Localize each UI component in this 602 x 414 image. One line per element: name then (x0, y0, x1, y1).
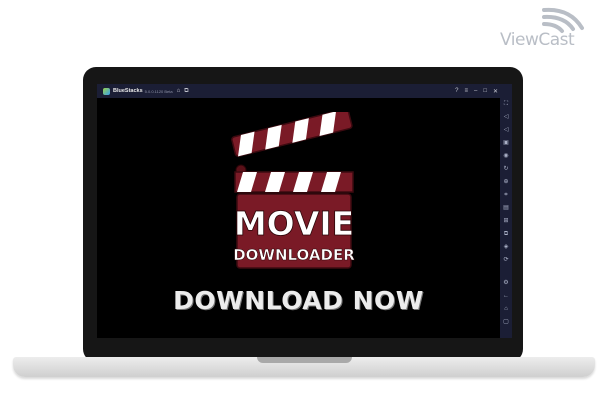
home-icon[interactable]: ⌂ (177, 84, 181, 98)
controls-icon[interactable]: ⊕ (503, 176, 508, 189)
sync-icon[interactable]: ⟳ (503, 254, 508, 267)
logo-subtitle-text: DOWNLOADER (233, 246, 355, 264)
bluestacks-logo-icon (103, 87, 110, 95)
logo-title-text: MOVIE (234, 204, 354, 243)
close-icon[interactable]: ✕ (493, 88, 498, 95)
macro-icon[interactable]: ⧉ (504, 228, 508, 241)
game-screen[interactable]: MOVIE DOWNLOADER DOWNLOAD NOW (97, 98, 500, 338)
minimize-icon[interactable]: – (474, 88, 477, 94)
camera-icon[interactable]: ◉ (503, 150, 508, 163)
watermark-text: ViewCast (500, 30, 575, 50)
window-controls: ? ≡ – □ ✕ (455, 84, 498, 98)
screen-record-icon[interactable]: ▣ (503, 137, 509, 150)
recent-apps-icon[interactable]: ▢ (503, 316, 509, 329)
app-version: 5.0.0.1120 Beta (144, 88, 173, 94)
help-icon[interactable]: ? (455, 88, 458, 94)
rotate-icon[interactable]: ↻ (503, 163, 508, 176)
movie-clapperboard-logo: MOVIE DOWNLOADER (231, 112, 355, 269)
volume-down-icon[interactable]: ◁ (504, 124, 509, 137)
home-icon[interactable]: ⌂ (504, 303, 508, 316)
laptop-screen: BlueStacks 5.0.0.1120 Beta ⌂ ⧉ ? ≡ – □ ✕ (97, 84, 512, 338)
eco-mode-icon[interactable]: ◈ (504, 241, 509, 254)
laptop-notch (257, 357, 352, 363)
viewcast-watermark: ViewCast (500, 6, 595, 50)
maximize-icon[interactable]: □ (483, 88, 487, 94)
screenshot-icon[interactable]: ⌗ (504, 189, 507, 202)
volume-up-icon[interactable]: ◁ (504, 111, 509, 124)
download-now-text[interactable]: DOWNLOAD NOW (97, 286, 500, 315)
back-icon[interactable]: ← (503, 290, 509, 303)
media-folder-icon[interactable]: ▤ (503, 202, 509, 215)
settings-icon[interactable]: ⚙ (503, 277, 508, 290)
multi-instance-icon[interactable]: ⧉ (184, 84, 188, 98)
apk-install-icon[interactable]: ⊞ (503, 215, 508, 228)
emulator-sidebar: ⛶ ◁ ◁ ▣ ◉ ↻ ⊕ ⌗ ▤ ⊞ ⧉ ◈ ⟳ ⚙ ← ⌂ ▢ (500, 98, 512, 338)
fullscreen-icon[interactable]: ⛶ (504, 98, 508, 111)
emulator-titlebar: BlueStacks 5.0.0.1120 Beta ⌂ ⧉ ? ≡ – □ ✕ (97, 84, 512, 98)
app-name: BlueStacks (113, 88, 143, 94)
menu-icon[interactable]: ≡ (464, 88, 468, 94)
